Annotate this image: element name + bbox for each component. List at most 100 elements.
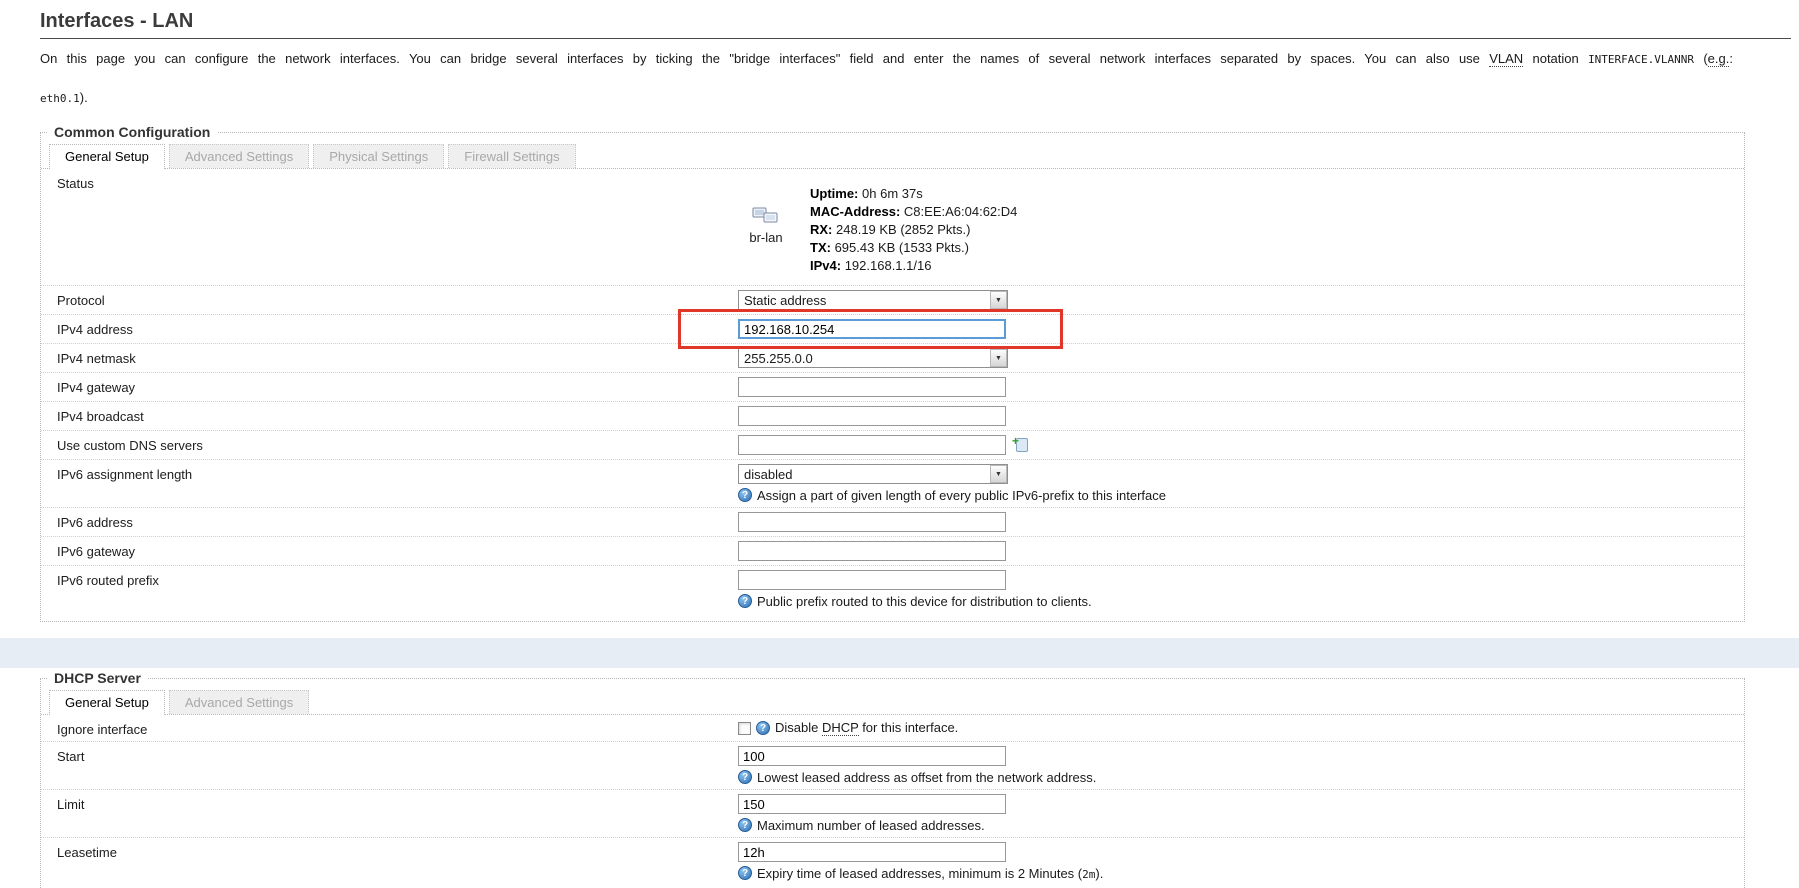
add-entry-icon[interactable]: + xyxy=(1012,437,1028,453)
ipv4-address-label: IPv4 address xyxy=(57,319,738,337)
ipv6-address-input[interactable] xyxy=(738,512,1006,532)
ipv6-assign-select[interactable]: disabled ▼ xyxy=(738,464,1008,484)
description-text: ). xyxy=(80,90,88,105)
protocol-row: Protocol Static address ▼ xyxy=(41,286,1744,315)
section-divider-band xyxy=(0,638,1799,668)
interface-vlannr-code: INTERFACE.VLANNR xyxy=(1588,53,1694,66)
dns-row: Use custom DNS servers + xyxy=(41,431,1744,460)
ipv6-gateway-row: IPv6 gateway xyxy=(41,537,1744,566)
bridge-icon xyxy=(752,213,780,228)
ipv4-broadcast-input[interactable] xyxy=(738,406,1006,426)
dns-input[interactable] xyxy=(738,435,1006,455)
dhcp-leasetime-help-text: Expiry time of leased addresses, minimum… xyxy=(757,866,1103,881)
ipv6-prefix-label: IPv6 routed prefix xyxy=(57,570,738,588)
ignore-help-after: for this interface. xyxy=(859,720,959,735)
protocol-label: Protocol xyxy=(57,290,738,308)
dhcp-leasetime-row: Leasetime ? Expiry time of leased addres… xyxy=(41,838,1744,885)
ipv4-gateway-label: IPv4 gateway xyxy=(57,377,738,395)
chevron-down-icon: ▼ xyxy=(990,349,1007,367)
help-icon: ? xyxy=(738,770,752,784)
ipv4-gateway-row: IPv4 gateway xyxy=(41,373,1744,402)
ipv4-netmask-label: IPv4 netmask xyxy=(57,348,738,366)
common-config-tabs: General Setup Advanced Settings Physical… xyxy=(41,140,1744,169)
tab-firewall-settings[interactable]: Firewall Settings xyxy=(448,144,575,168)
common-configuration-section: Common Configuration General Setup Advan… xyxy=(40,124,1745,622)
dhcp-tabs: General Setup Advanced Settings xyxy=(41,686,1744,715)
description-text: : xyxy=(1729,51,1733,66)
description-text: notation xyxy=(1523,51,1588,66)
ignore-interface-label: Ignore interface xyxy=(57,719,738,737)
ipv6-assign-help-text: Assign a part of given length of every p… xyxy=(757,488,1166,503)
protocol-selected-value: Static address xyxy=(739,291,990,309)
help-icon: ? xyxy=(738,866,752,880)
status-label: Status xyxy=(57,173,738,191)
dhcp-term: DHCP xyxy=(822,720,859,736)
ipv6-prefix-help-text: Public prefix routed to this device for … xyxy=(757,594,1092,609)
dhcp-limit-input[interactable] xyxy=(738,794,1006,814)
page-title: Interfaces - LAN xyxy=(40,0,1791,39)
ipv6-gateway-label: IPv6 gateway xyxy=(57,541,738,559)
ipv4-label: IPv4: xyxy=(810,258,841,273)
mac-value: C8:EE:A6:04:62:D4 xyxy=(904,204,1017,219)
ipv6-assign-selected-value: disabled xyxy=(739,465,990,483)
rx-label: RX: xyxy=(810,222,832,237)
ipv6-address-label: IPv6 address xyxy=(57,512,738,530)
description-text: ( xyxy=(1694,51,1708,66)
protocol-select[interactable]: Static address ▼ xyxy=(738,290,1008,310)
ignore-interface-row: Ignore interface ? Disable DHCP for this… xyxy=(41,715,1744,742)
tab-physical-settings[interactable]: Physical Settings xyxy=(313,144,444,168)
chevron-down-icon: ▼ xyxy=(990,465,1007,483)
interface-name: br-lan xyxy=(738,230,794,245)
leasetime-code: 2m xyxy=(1082,868,1095,881)
ipv6-prefix-row: IPv6 routed prefix ? Public prefix route… xyxy=(41,566,1744,613)
dhcp-start-label: Start xyxy=(57,746,738,764)
ipv4-broadcast-row: IPv4 broadcast xyxy=(41,402,1744,431)
tab-dhcp-general-setup[interactable]: General Setup xyxy=(49,690,165,715)
dhcp-start-row: Start ? Lowest leased address as offset … xyxy=(41,742,1744,790)
help-icon: ? xyxy=(738,594,752,608)
dhcp-start-input[interactable] xyxy=(738,746,1006,766)
ipv6-address-row: IPv6 address xyxy=(41,508,1744,537)
ipv6-prefix-input[interactable] xyxy=(738,570,1006,590)
tab-general-setup[interactable]: General Setup xyxy=(49,144,165,169)
dns-label: Use custom DNS servers xyxy=(57,435,738,453)
eth0-code: eth0.1 xyxy=(40,92,80,105)
uptime-label: Uptime: xyxy=(810,186,858,201)
dhcp-limit-help-text: Maximum number of leased addresses. xyxy=(757,818,985,833)
ignore-help-before: Disable xyxy=(775,720,822,735)
help-icon: ? xyxy=(738,818,752,832)
ipv4-address-input[interactable] xyxy=(738,319,1006,339)
dhcp-leasetime-label: Leasetime xyxy=(57,842,738,860)
tx-value: 695.43 KB (1533 Pkts.) xyxy=(835,240,969,255)
ipv4-address-row: IPv4 address xyxy=(41,315,1744,344)
dhcp-server-section: DHCP Server General Setup Advanced Setti… xyxy=(40,670,1745,888)
ipv6-assign-row: IPv6 assignment length disabled ▼ ? Assi… xyxy=(41,460,1744,508)
ignore-help-text: Disable DHCP for this interface. xyxy=(775,720,958,735)
ipv4-gateway-input[interactable] xyxy=(738,377,1006,397)
rx-value: 248.19 KB (2852 Pkts.) xyxy=(836,222,970,237)
ipv4-netmask-select[interactable]: 255.255.0.0 ▼ xyxy=(738,348,1008,368)
dhcp-leasetime-input[interactable] xyxy=(738,842,1006,862)
dhcp-limit-row: Limit ? Maximum number of leased address… xyxy=(41,790,1744,838)
dhcp-limit-label: Limit xyxy=(57,794,738,812)
chevron-down-icon: ▼ xyxy=(990,291,1007,309)
ipv6-gateway-input[interactable] xyxy=(738,541,1006,561)
tab-advanced-settings[interactable]: Advanced Settings xyxy=(169,144,309,168)
tab-dhcp-advanced-settings[interactable]: Advanced Settings xyxy=(169,690,309,714)
common-configuration-legend: Common Configuration xyxy=(47,124,217,140)
help-icon: ? xyxy=(738,488,752,502)
ipv4-broadcast-label: IPv4 broadcast xyxy=(57,406,738,424)
ipv4-netmask-row: IPv4 netmask 255.255.0.0 ▼ xyxy=(41,344,1744,373)
status-row: Status br-lan Uptime: 0h 6m 37s xyxy=(41,169,1744,286)
plus-glyph: + xyxy=(1012,434,1019,448)
leasetime-help-after: ). xyxy=(1095,866,1103,881)
leasetime-help-before: Expiry time of leased addresses, minimum… xyxy=(757,866,1082,881)
tx-label: TX: xyxy=(810,240,831,255)
vlan-term: VLAN xyxy=(1489,51,1523,67)
description-text: On this page you can configure the netwo… xyxy=(40,51,1489,66)
ignore-interface-checkbox[interactable] xyxy=(738,722,751,735)
dhcp-server-legend: DHCP Server xyxy=(47,670,148,686)
help-icon: ? xyxy=(756,721,770,735)
uptime-value: 0h 6m 37s xyxy=(862,186,923,201)
mac-label: MAC-Address: xyxy=(810,204,900,219)
